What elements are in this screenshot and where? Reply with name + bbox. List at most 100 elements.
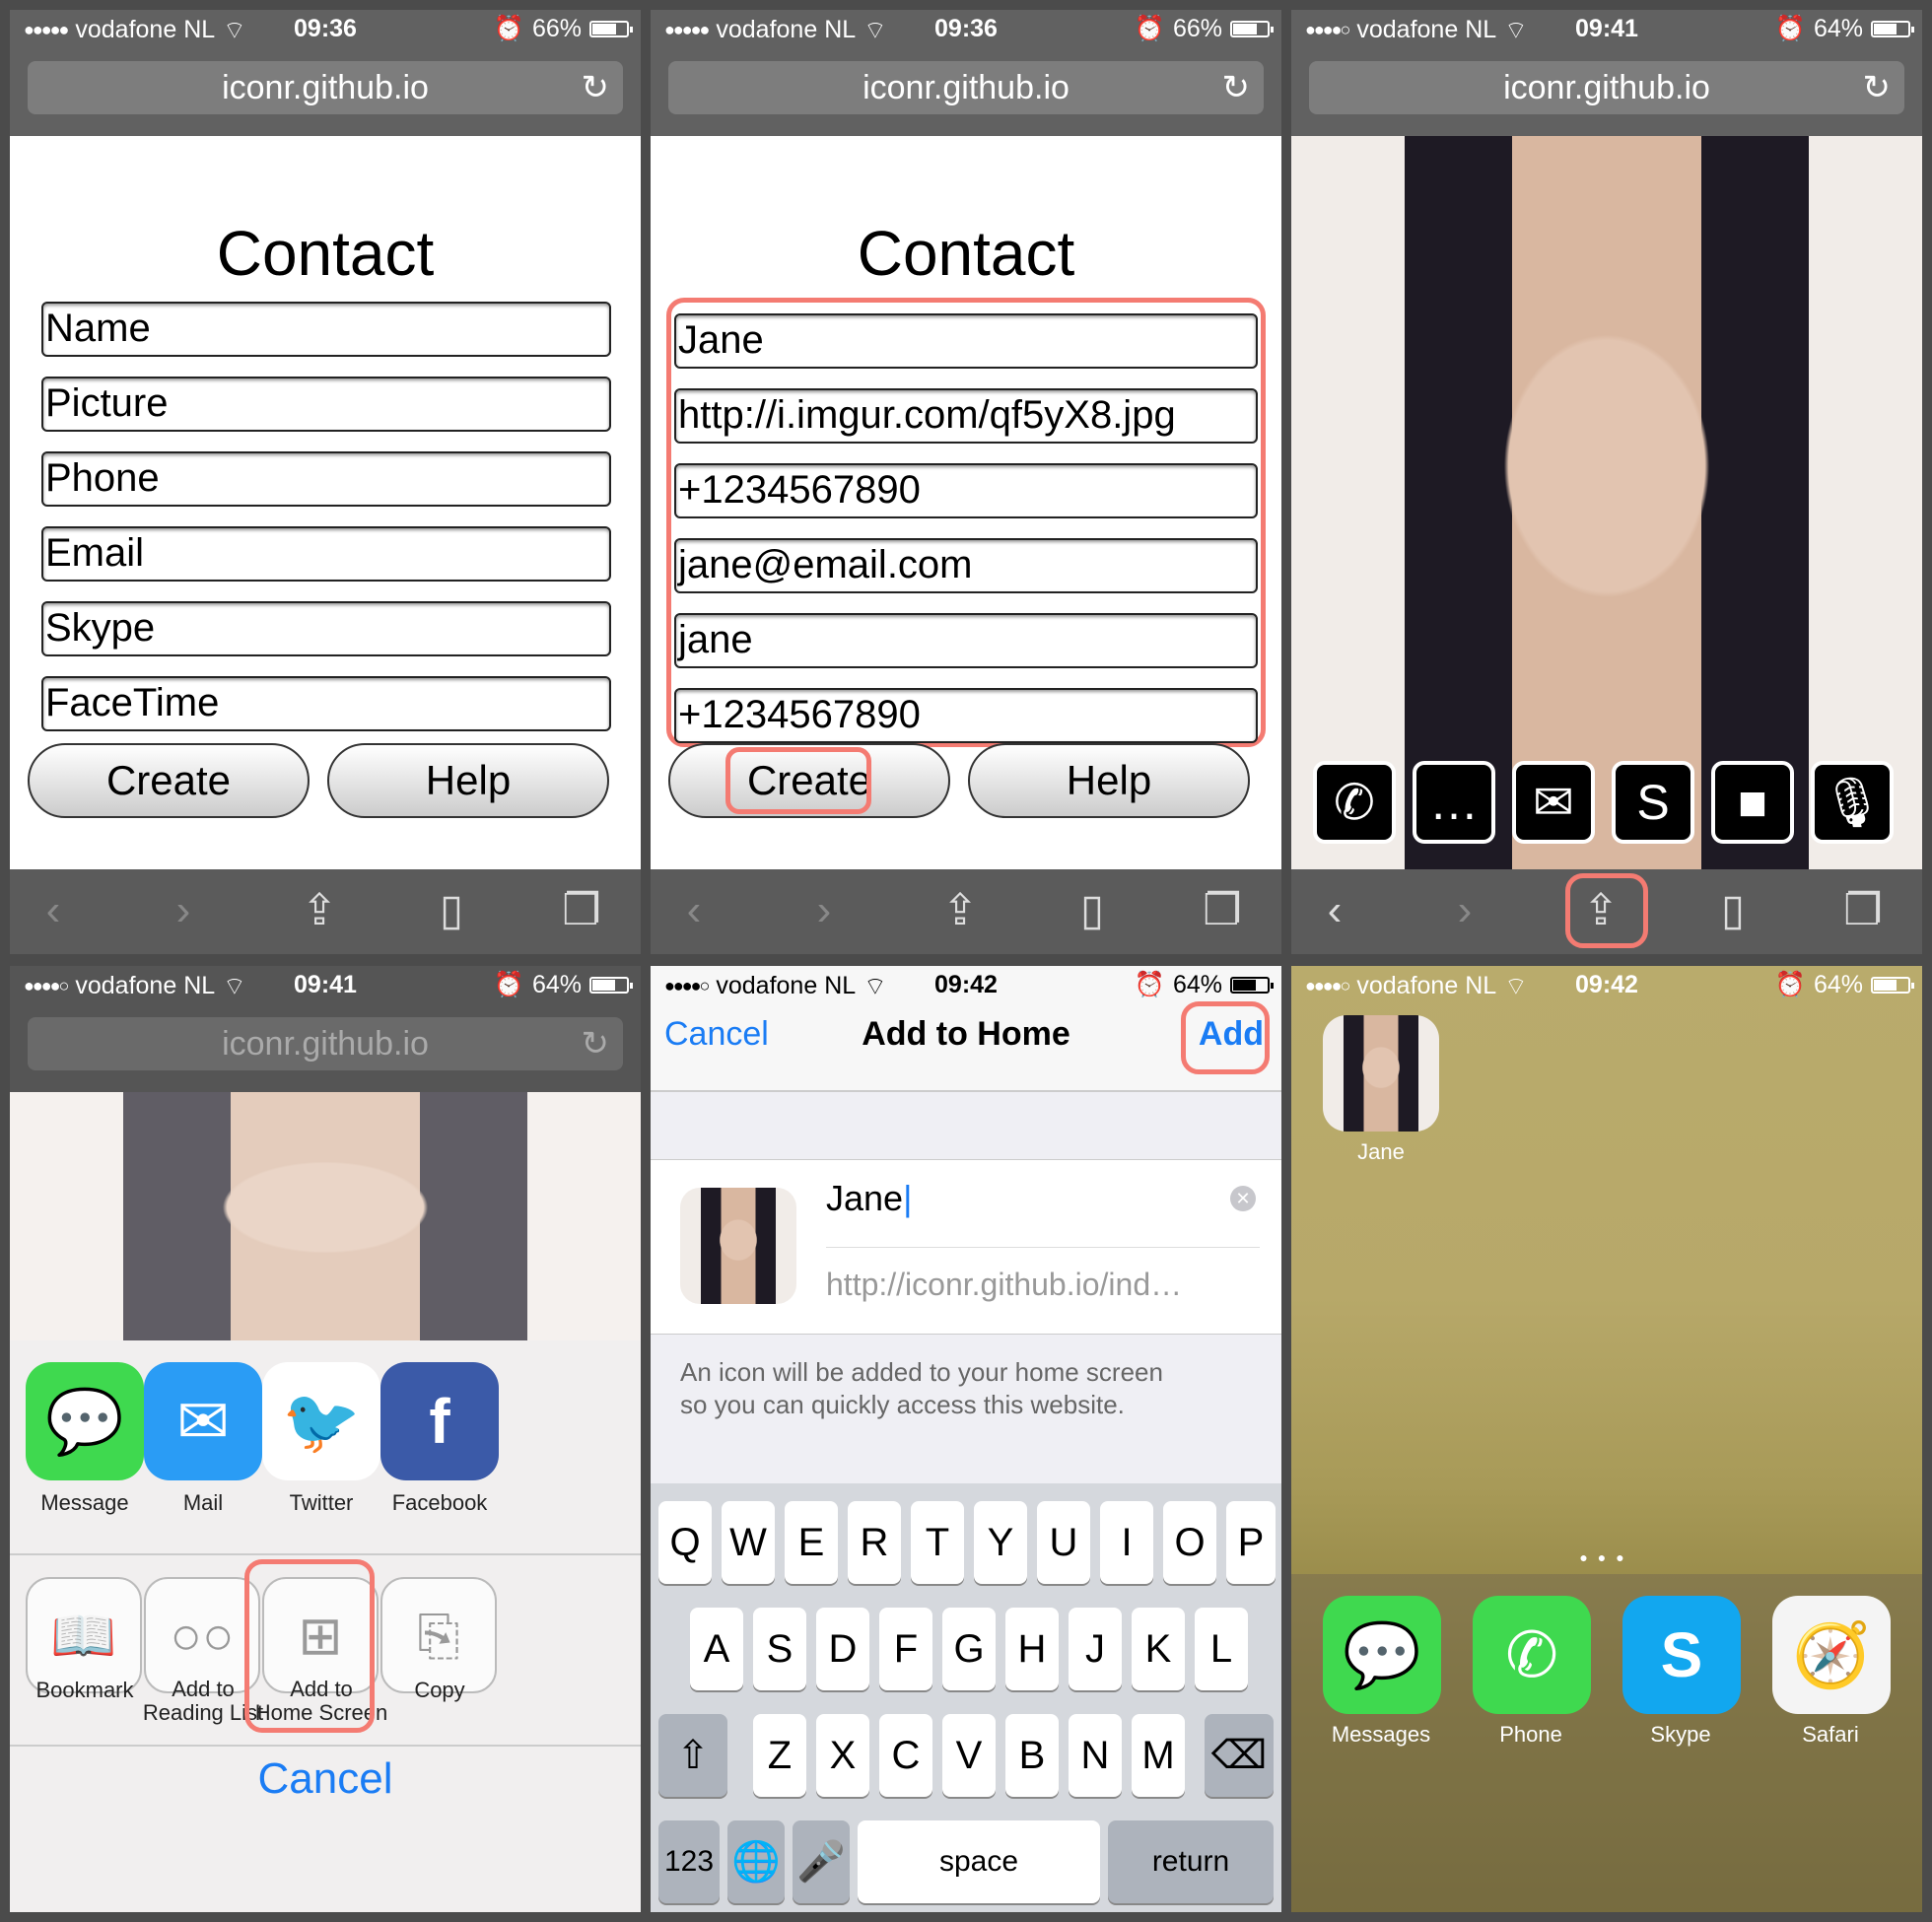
key[interactable]: R [848,1501,901,1584]
facebook-icon[interactable]: f [380,1362,499,1480]
key[interactable]: A [690,1608,743,1690]
skype-icon[interactable]: S [1612,761,1694,844]
reload-icon[interactable]: ↻ [582,61,610,114]
key[interactable]: E [785,1501,838,1584]
key[interactable]: G [942,1608,996,1690]
bookmarks-icon[interactable]: ▯ [1703,881,1762,940]
facetime-field[interactable]: +1234567890 [674,688,1258,743]
email-field[interactable]: Email [41,526,611,582]
key[interactable]: V [942,1714,996,1797]
picture-field[interactable]: http://i.imgur.com/qf5yX8.jpg [674,388,1258,444]
key[interactable]: J [1069,1608,1122,1690]
facetime-field[interactable]: FaceTime [41,676,611,731]
create-button[interactable]: Create [28,743,310,818]
bookmark-icon[interactable]: 📖 [26,1577,142,1693]
title-input[interactable]: Jane| [826,1178,912,1219]
copy-icon[interactable]: ⎘ [380,1577,497,1693]
key[interactable]: U [1037,1501,1090,1584]
space-key[interactable]: space [858,1820,1100,1903]
phone-field[interactable]: +1234567890 [674,463,1258,518]
name-field[interactable]: Name [41,302,611,357]
tabs-icon[interactable]: ❐ [552,881,611,940]
forward-icon[interactable]: › [794,881,854,940]
return-key[interactable]: return [1108,1820,1274,1903]
key[interactable]: C [879,1714,932,1797]
numbers-key[interactable]: 123 [658,1820,720,1903]
safari-icon[interactable]: 🧭 [1772,1596,1891,1714]
key[interactable]: W [722,1501,775,1584]
divider [10,1745,641,1747]
back-icon[interactable]: ‹ [664,881,724,940]
key[interactable]: N [1069,1714,1122,1797]
bookmarks-icon[interactable]: ▯ [1063,881,1122,940]
bookmarks-icon[interactable]: ▯ [422,881,481,940]
key[interactable]: F [879,1608,932,1690]
forward-icon[interactable]: › [1435,881,1494,940]
message-icon[interactable]: … [1413,761,1495,844]
status-bar: ●●●●● vodafone NL ⌔ 09:36 ⏰ 66% [651,10,1281,51]
key[interactable]: X [816,1714,869,1797]
key[interactable]: I [1100,1501,1153,1584]
facetime-icon[interactable]: ■ [1711,761,1794,844]
key[interactable]: L [1195,1608,1248,1690]
key[interactable]: B [1005,1714,1059,1797]
page-title: Contact [216,218,435,289]
battery-percent: 66% [1172,15,1222,42]
clear-icon[interactable]: ✕ [1230,1186,1256,1211]
mail-icon[interactable]: ✉ [1512,761,1595,844]
battery-percent: 64% [531,971,582,998]
skype-field[interactable]: jane [674,613,1258,668]
microphone-icon[interactable]: 🎙 [1811,761,1894,844]
url-bar[interactable]: iconr.github.io ↻ [28,61,623,114]
back-icon[interactable]: ‹ [24,881,83,940]
key[interactable]: P [1226,1501,1276,1584]
page-dots[interactable]: ●●● [1291,1549,1922,1565]
name-field[interactable]: Jane [674,313,1258,369]
key[interactable]: K [1132,1608,1185,1690]
email-field[interactable]: jane@email.com [674,538,1258,593]
back-icon[interactable]: ‹ [1305,881,1364,940]
help-button[interactable]: Help [327,743,609,818]
url-bar[interactable]: iconr.github.io ↻ [1309,61,1904,114]
key[interactable]: M [1132,1714,1185,1797]
help-button[interactable]: Help [968,743,1250,818]
phone-field[interactable]: Phone [41,451,611,507]
key[interactable]: Z [753,1714,806,1797]
picture-field[interactable]: Picture [41,377,611,432]
skype-icon[interactable]: S [1622,1596,1741,1714]
twitter-icon[interactable]: 🐦 [262,1362,380,1480]
key[interactable]: Q [658,1501,712,1584]
key[interactable]: D [816,1608,869,1690]
microphone-icon[interactable]: 🎤 [793,1820,850,1903]
tabs-icon[interactable]: ❐ [1833,881,1893,940]
mail-icon[interactable]: ✉ [144,1362,262,1480]
safari-toolbar: ‹ › ⇪ ▯ ❐ [10,869,641,954]
reload-icon[interactable]: ↻ [1863,61,1892,114]
skype-field[interactable]: Skype [41,601,611,656]
share-icon[interactable]: ⇪ [931,881,990,940]
phone-icon[interactable]: ✆ [1473,1596,1591,1714]
panel-home-screen: ●●●●○ vodafone NL ⌔ 09:42 ⏰ 64% Jane ●●● 💬 … [1291,966,1922,1912]
cancel-button[interactable]: Cancel [10,1754,641,1804]
shift-icon[interactable]: ⇧ [658,1714,727,1797]
key[interactable]: H [1005,1608,1059,1690]
key[interactable]: O [1163,1501,1216,1584]
key[interactable]: T [911,1501,964,1584]
backspace-icon[interactable]: ⌫ [1205,1714,1274,1797]
tabs-icon[interactable]: ❐ [1193,881,1252,940]
message-icon[interactable]: 💬 [26,1362,144,1480]
battery-icon [1871,21,1914,37]
forward-icon[interactable]: › [154,881,213,940]
reload-icon[interactable]: ↻ [1222,61,1251,114]
jane-app-icon[interactable] [1323,1015,1439,1132]
messages-icon[interactable]: 💬 [1323,1596,1441,1714]
key[interactable]: S [753,1608,806,1690]
key[interactable]: Y [974,1501,1027,1584]
battery-percent: 64% [1813,971,1863,998]
share-icon[interactable]: ⇪ [290,881,349,940]
panel-empty-form: ●●●●● vodafone NL ⌔ 09:36 ⏰ 66% iconr.githu… [10,10,641,954]
globe-icon[interactable]: 🌐 [727,1820,785,1903]
panel-share-sheet: ●●●●○ vodafone NL ⌔ 09:41 ⏰ 64% iconr.githu… [10,966,641,1912]
url-bar[interactable]: iconr.github.io ↻ [668,61,1264,114]
phone-icon[interactable]: ✆ [1313,761,1396,844]
